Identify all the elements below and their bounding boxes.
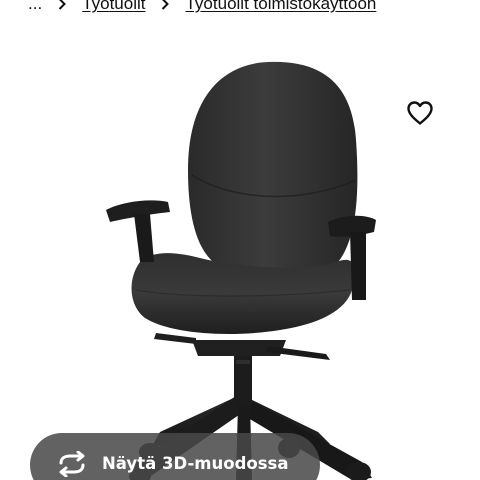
breadcrumb: ... Työtuolit Työtuolit toimistokäyttöön bbox=[28, 0, 376, 16]
breadcrumb-item-tyotuolit[interactable]: Työtuolit bbox=[82, 0, 145, 16]
breadcrumb-item-current[interactable]: Työtuolit toimistokäyttöön bbox=[185, 0, 376, 16]
chair-backrest bbox=[188, 61, 358, 278]
chevron-right-icon bbox=[58, 0, 67, 10]
heart-outline-icon bbox=[407, 101, 433, 125]
left-armrest bbox=[106, 200, 170, 262]
chevron-right-icon bbox=[161, 0, 170, 10]
breadcrumb-ellipsis[interactable]: ... bbox=[28, 0, 42, 16]
rotate-arrows-icon bbox=[59, 451, 85, 477]
gas-cylinder bbox=[234, 350, 252, 405]
product-page: ... Työtuolit Työtuolit toimistokäyttöön… bbox=[0, 0, 480, 480]
view-in-3d-label: Näytä 3D-muodossa bbox=[102, 454, 289, 473]
product-image bbox=[106, 61, 376, 480]
add-to-favourites-button[interactable] bbox=[400, 95, 440, 131]
view-in-3d-button[interactable]: Näytä 3D-muodossa bbox=[30, 433, 320, 480]
